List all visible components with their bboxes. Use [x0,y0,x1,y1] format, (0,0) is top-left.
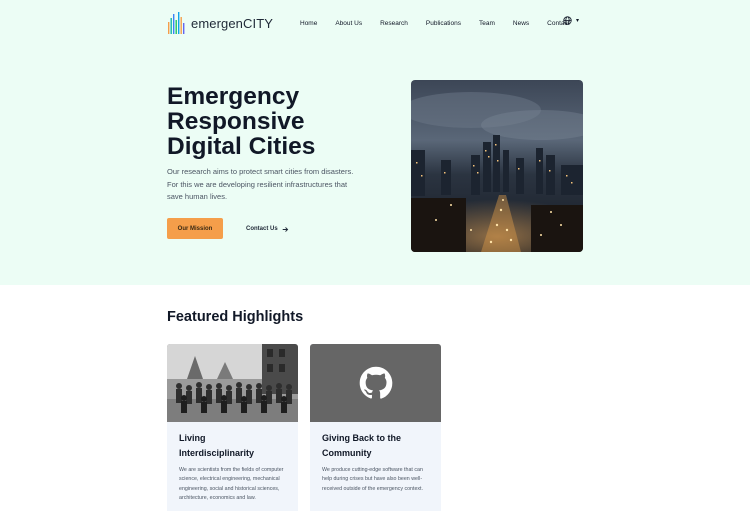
card-title-line-2: Interdisciplinarity [179,447,255,458]
card-title-line-1: Living [179,433,206,443]
logo-text: emergenCITY [191,15,274,31]
nav-research[interactable]: Research [380,20,408,27]
card-title-line-1: Giving Back to the [322,433,402,443]
hero-title-line-3: Digital Cities [167,133,316,160]
our-mission-button[interactable]: Our Mission [167,218,223,239]
contact-us-link[interactable]: Contact Us [246,224,289,234]
city-night-image [411,80,583,252]
nav-publications[interactable]: Publications [426,20,461,27]
nav-home[interactable]: Home [300,20,317,27]
card-title-line-2: Community [322,447,372,458]
nav-team[interactable]: Team [479,20,495,27]
language-switcher[interactable]: ▾ [563,16,579,25]
card-title: Giving Back to the Community [322,431,432,460]
nav-news[interactable]: News [513,20,529,27]
github-banner [310,344,441,422]
card-text: We produce cutting-edge software that ca… [322,467,423,492]
nav-about-us[interactable]: About Us [335,20,362,27]
logo[interactable]: emergenCITY [167,12,273,34]
globe-icon [563,16,572,25]
hero-description: Our research aims to protect smart citie… [167,167,354,201]
team-photo [167,344,298,422]
hero-title-line-1: Emergency [167,83,300,110]
logo-mark-icon [168,12,185,34]
card-text: We are scientists from the fields of com… [179,467,284,501]
arrow-right-icon [282,226,288,232]
hero-title: Emergency Responsive Digital Cities [167,84,387,159]
chevron-down-icon: ▾ [576,18,580,24]
main-nav: Home About Us Research Publications Team… [300,17,570,29]
featured-title: Featured Highlights [167,309,304,325]
hero-title-line-2: Responsive [167,108,305,135]
contact-us-label: Contact Us [246,226,278,232]
card-giving-back[interactable]: Giving Back to the Community We produce … [310,344,441,511]
card-title: Living Interdisciplinarity [179,431,289,460]
github-icon [359,366,392,399]
card-living-interdisciplinarity[interactable]: Living Interdisciplinarity We are scient… [167,344,298,511]
